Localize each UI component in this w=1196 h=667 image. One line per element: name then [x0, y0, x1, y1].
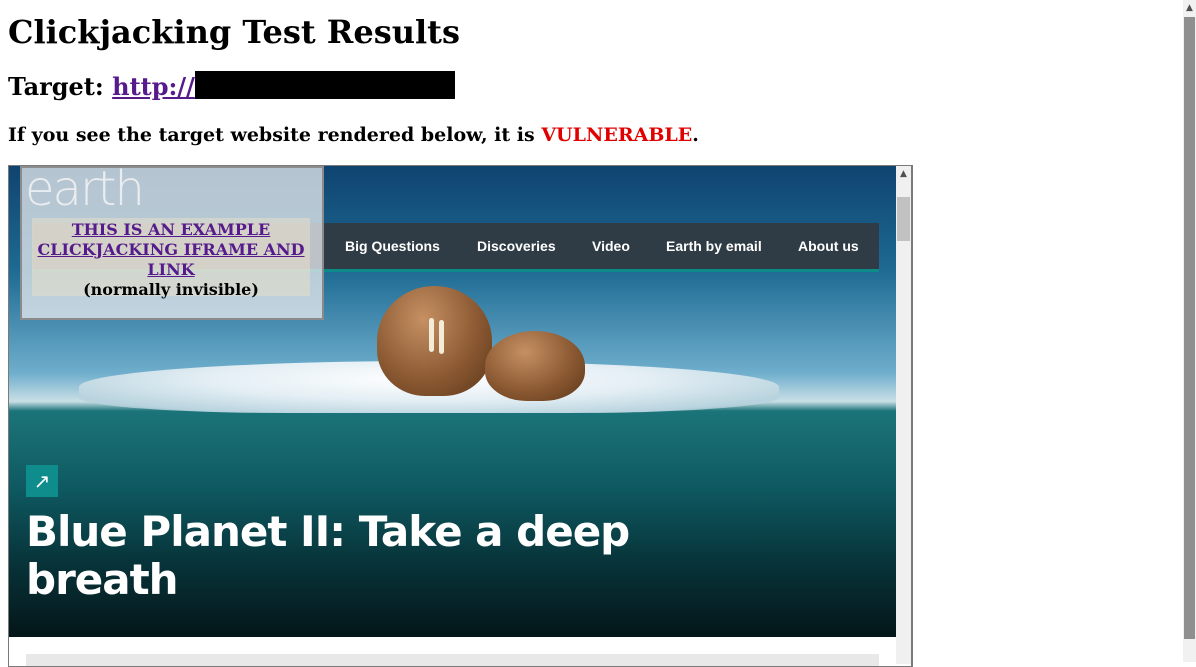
external-link-icon[interactable]: ↗ [26, 465, 58, 497]
walrus-tusk-right [439, 320, 444, 354]
notice-period: . [692, 124, 699, 146]
nav-item-earth-by-email[interactable]: Earth by email [666, 223, 762, 269]
overlay-note: (normally invisible) [83, 280, 259, 299]
clickjacking-overlay-iframe: THIS IS AN EXAMPLE CLICKJACKING IFRAME A… [20, 166, 324, 320]
page-scrollbar[interactable]: ▲ [1183, 0, 1196, 662]
target-label: Target: [8, 72, 104, 101]
nav-item-video[interactable]: Video [592, 223, 630, 269]
frame-scroll-thumb[interactable] [897, 197, 910, 241]
notice-text: If you see the target website rendered b… [8, 124, 542, 146]
frame-scrollbar[interactable]: ▲ [896, 166, 911, 664]
walrus-small [485, 331, 585, 401]
target-url-link[interactable]: http:// [112, 71, 455, 101]
nav-item-big-questions[interactable]: Big Questions [345, 223, 440, 269]
article-headline[interactable]: Blue Planet II: Take a deep breath [26, 508, 666, 604]
overlay-link-box: THIS IS AN EXAMPLE CLICKJACKING IFRAME A… [32, 218, 310, 299]
target-line: Target: http:// [8, 70, 455, 104]
walrus-large [377, 286, 492, 396]
scroll-up-arrow-icon[interactable]: ▲ [896, 166, 911, 182]
nav-item-discoveries[interactable]: Discoveries [477, 223, 556, 269]
nav-item-about-us[interactable]: About us [798, 223, 859, 269]
content-card-edge [26, 654, 879, 666]
vulnerability-notice: If you see the target website rendered b… [8, 122, 699, 148]
page-title: Clickjacking Test Results [8, 13, 460, 51]
clickjacking-example-link[interactable]: THIS IS AN EXAMPLE CLICKJACKING IFRAME A… [32, 218, 310, 280]
page-scroll-up-arrow-icon[interactable]: ▲ [1183, 0, 1196, 16]
redacted-url-bar [194, 71, 455, 99]
page-scroll-thumb[interactable] [1184, 17, 1195, 639]
walrus-tusk-left [429, 318, 434, 352]
target-url-prefix: http:// [112, 72, 195, 101]
vulnerable-status: VULNERABLE [541, 124, 693, 146]
